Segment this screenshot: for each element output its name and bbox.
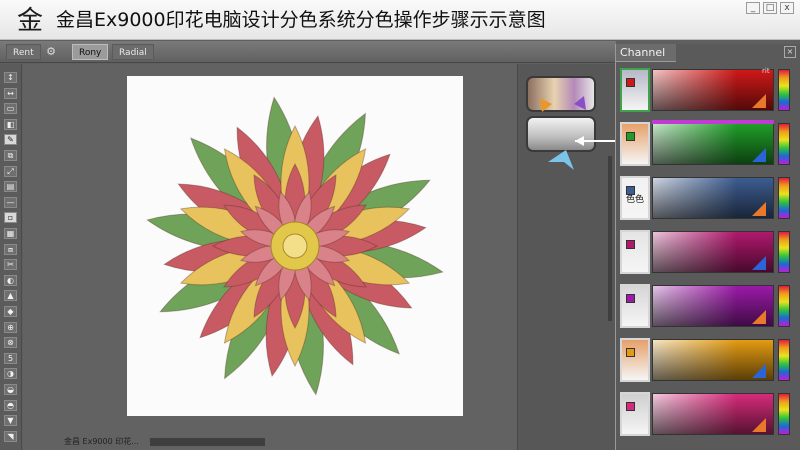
tool-button-18[interactable]: ⊗ — [4, 337, 17, 349]
tool-button-19[interactable]: 5 — [4, 352, 17, 364]
maximize-button[interactable]: □ — [763, 2, 777, 14]
channel-color-icon — [626, 402, 635, 411]
channel-row[interactable] — [618, 390, 796, 438]
channel-slider[interactable] — [652, 120, 774, 124]
tool-button-20[interactable]: ◑ — [4, 368, 17, 380]
thumbnail-preview[interactable] — [526, 116, 596, 152]
panel-close-icon[interactable]: × — [784, 46, 796, 58]
tool-button-5[interactable]: ✎ — [4, 134, 17, 146]
channel-thumbnail[interactable] — [620, 68, 650, 112]
flower-design — [146, 96, 444, 396]
channel-color-icon — [626, 348, 635, 357]
status-bar — [150, 438, 265, 446]
channel-color-icon — [626, 294, 635, 303]
channel-label: 色色 — [626, 195, 645, 205]
tool-button-1[interactable]: ↕ — [4, 72, 17, 83]
tool-button-6[interactable]: ⧉ — [4, 150, 17, 161]
share-icon[interactable]: ⚙ — [42, 44, 60, 60]
window-controls: _ □ x — [746, 2, 794, 14]
tool-button-4[interactable]: ◧ — [4, 118, 17, 130]
channel-panel-title: Channel — [616, 44, 676, 62]
minimize-button[interactable]: _ — [746, 2, 760, 14]
channel-color-icon — [626, 132, 635, 141]
channel-row[interactable] — [618, 336, 796, 384]
tool-button-2[interactable]: ↔ — [4, 87, 17, 99]
tool-button-17[interactable]: ⊕ — [4, 321, 17, 333]
title-bar: 金 金昌Ex9000印花电脑设计分色系统分色操作步骤示示意图 _ □ x — [0, 0, 800, 40]
tool-button-21[interactable]: ◒ — [4, 384, 17, 395]
tab-rony[interactable]: Rony — [72, 44, 109, 60]
hue-slider[interactable] — [778, 339, 790, 381]
channel-thumbnail[interactable] — [620, 284, 650, 328]
tab-rent[interactable]: Rent — [6, 44, 41, 60]
tool-button-11[interactable]: ▦ — [4, 228, 17, 239]
tool-button-24[interactable]: ◥ — [4, 430, 17, 442]
channel-row[interactable] — [618, 228, 796, 276]
tool-button-7[interactable]: ⤢ — [4, 165, 17, 177]
channel-thumbnail[interactable] — [620, 230, 650, 274]
design-canvas[interactable] — [127, 76, 463, 416]
tool-button-23[interactable]: ▼ — [4, 415, 17, 427]
tool-button-9[interactable]: — — [4, 196, 17, 208]
channel-tag: rit — [762, 67, 770, 75]
tool-button-14[interactable]: ◐ — [4, 274, 17, 286]
app-logo: 金 — [16, 6, 43, 36]
channel-thumbnail[interactable] — [620, 338, 650, 382]
hue-slider[interactable] — [778, 231, 790, 273]
channel-row[interactable]: rit — [618, 66, 796, 114]
window-title: 金昌Ex9000印花电脑设计分色系统分色操作步骤示示意图 — [56, 9, 546, 31]
channel-row[interactable] — [618, 282, 796, 330]
channel-row[interactable]: 色色 — [618, 174, 796, 222]
hue-slider[interactable] — [778, 69, 790, 111]
close-button[interactable]: x — [780, 2, 794, 14]
tool-button-22[interactable]: ◓ — [4, 399, 17, 411]
channel-thumbnail[interactable] — [620, 122, 650, 166]
thumbnail-original[interactable] — [526, 76, 596, 112]
channel-row[interactable] — [618, 120, 796, 168]
channel-panel: Channel × rit 色色 — [615, 44, 800, 450]
tool-button-3[interactable]: ▭ — [4, 103, 17, 115]
channel-thumbnail[interactable]: 色色 — [620, 176, 650, 220]
thumbnail-panel — [517, 64, 615, 450]
left-toolbar: ↕ ↔ ▭ ◧ ✎ ⧉ ⤢ ▤ — ▫ ▦ ⧈ ✂ ◐ ▲ ◆ ⊕ ⊗ 5 ◑ ◒ ◓ ▼ ◥ — [0, 64, 22, 450]
flower-core — [282, 233, 308, 259]
hue-slider[interactable] — [778, 285, 790, 327]
hue-slider[interactable] — [778, 177, 790, 219]
tool-button-15[interactable]: ▲ — [4, 290, 17, 302]
scrollbar[interactable] — [608, 156, 612, 321]
tool-button-12[interactable]: ⧈ — [4, 243, 17, 255]
tool-button-8[interactable]: ▤ — [4, 181, 17, 193]
channel-color-icon — [626, 240, 635, 249]
tab-strip: Rent ⚙ Rony Radial — [0, 41, 616, 63]
channel-thumbnail[interactable] — [620, 392, 650, 436]
tab-radial[interactable]: Radial — [112, 44, 154, 60]
tool-button-10[interactable]: ▫ — [4, 212, 17, 224]
hue-slider[interactable] — [778, 123, 790, 165]
hue-slider[interactable] — [778, 393, 790, 435]
status-text: 金昌 Ex9000 印花... — [64, 437, 139, 446]
channel-color-icon — [626, 78, 635, 87]
tool-button-13[interactable]: ✂ — [4, 259, 17, 271]
tool-button-16[interactable]: ◆ — [4, 306, 17, 317]
